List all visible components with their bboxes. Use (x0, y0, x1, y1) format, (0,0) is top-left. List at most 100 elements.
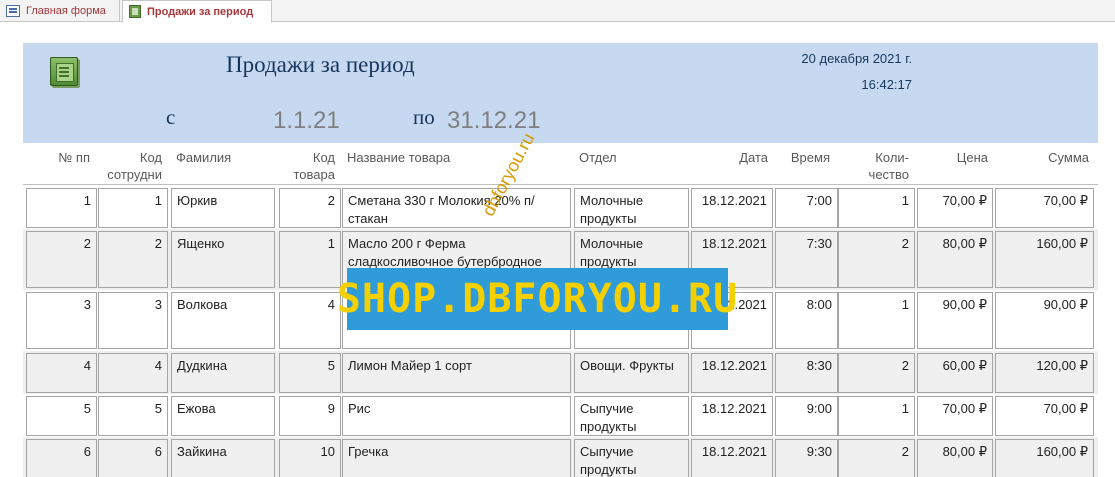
period-from-label: с (166, 105, 176, 129)
cell-employee-code: 1 (98, 188, 168, 228)
period-to-label: по (413, 105, 435, 129)
cell-quantity: 2 (838, 231, 915, 288)
cell-surname: Юркив (171, 188, 275, 228)
cell-product: Сметана 330 г Молокия 20% п/стакан (342, 188, 571, 228)
cell-price: 80,00 ₽ (917, 231, 993, 288)
cell-price: 70,00 ₽ (917, 396, 993, 436)
tab-sales-report[interactable]: Продажи за период (122, 0, 272, 23)
cell-product: Рис (342, 396, 571, 436)
col-header-date: Дата (739, 150, 768, 165)
tab-sales-report-label: Продажи за период (147, 5, 254, 18)
cell-surname: Ежова (171, 396, 275, 436)
cell-department: Овощи. Фрукты (574, 353, 689, 393)
col-header-product-code-line2: товара (293, 167, 336, 182)
cell-product-code: 10 (279, 439, 341, 477)
tab-main-form-label: Главная форма (26, 5, 106, 17)
watermark-banner: SHOP.DBFORYOU.RU (337, 268, 737, 330)
cell-product-code: 2 (279, 188, 341, 228)
cell-sum: 70,00 ₽ (995, 396, 1094, 436)
report-time: 16:42:17 (861, 77, 912, 92)
tab-main-form[interactable]: Главная форма (0, 0, 120, 22)
col-header-sum: Сумма (1048, 150, 1089, 165)
report-logo-icon (50, 57, 78, 86)
report-icon (129, 5, 141, 18)
col-header-product: Название товара (347, 150, 451, 165)
cell-num: 2 (26, 231, 97, 288)
col-header-num: № пп (58, 150, 90, 165)
cell-department: Сыпучие продукты (574, 439, 689, 477)
report-date: 20 декабря 2021 г. (801, 51, 912, 66)
table-row: 5 5 Ежова 9 Рис Сыпучие продукты 18.12.2… (23, 394, 1098, 437)
cell-product: Гречка (342, 439, 571, 477)
cell-num: 4 (26, 353, 97, 393)
cell-time: 9:30 (775, 439, 838, 477)
cell-product: Лимон Майер 1 сорт (342, 353, 571, 393)
period-to-value: 31.12.21 (447, 107, 541, 134)
cell-department: Сыпучие продукты (574, 396, 689, 436)
watermark-banner-text: SHOP.DBFORYOU.RU (336, 276, 739, 322)
cell-num: 1 (26, 188, 97, 228)
col-header-surname: Фамилия (176, 150, 232, 165)
cell-employee-code: 2 (98, 231, 168, 288)
cell-employee-code: 6 (98, 439, 168, 477)
table-row: 4 4 Дудкина 5 Лимон Майер 1 сорт Овощи. … (23, 351, 1098, 394)
cell-price: 60,00 ₽ (917, 353, 993, 393)
cell-sum: 160,00 ₽ (995, 231, 1094, 288)
col-header-product-code-line1: Код (312, 150, 335, 165)
cell-quantity: 1 (838, 188, 915, 228)
cell-price: 90,00 ₽ (917, 292, 993, 349)
cell-employee-code: 3 (98, 292, 168, 349)
cell-department: Молочные продукты (574, 188, 689, 228)
cell-sum: 70,00 ₽ (995, 188, 1094, 228)
table-row: 1 1 Юркив 2 Сметана 330 г Молокия 20% п/… (23, 186, 1098, 229)
col-header-time: Время (790, 150, 830, 165)
cell-product-code: 5 (279, 353, 341, 393)
cell-quantity: 2 (838, 439, 915, 477)
cell-num: 6 (26, 439, 97, 477)
col-header-department: Отдел (579, 150, 617, 165)
cell-date: 18.12.2021 (691, 396, 773, 436)
cell-time: 8:30 (775, 353, 838, 393)
cell-price: 80,00 ₽ (917, 439, 993, 477)
cell-surname: Зайкина (171, 439, 275, 477)
document-tab-bar: Главная форма Продажи за период (0, 0, 1115, 23)
cell-price: 70,00 ₽ (917, 188, 993, 228)
cell-sum: 120,00 ₽ (995, 353, 1094, 393)
col-header-quantity: Коли- чество (840, 149, 909, 183)
report-header: Продажи за период 20 декабря 2021 г. 16:… (23, 43, 1098, 143)
period-from-value: 1.1.21 (273, 107, 340, 134)
cell-time: 7:00 (775, 188, 838, 228)
table-row: 6 6 Зайкина 10 Гречка Сыпучие продукты 1… (23, 437, 1098, 477)
cell-surname: Ященко (171, 231, 275, 288)
cell-employee-code: 4 (98, 353, 168, 393)
cell-quantity: 1 (838, 396, 915, 436)
cell-sum: 90,00 ₽ (995, 292, 1094, 349)
col-header-quantity-line1: Коли- (875, 150, 909, 165)
cell-time: 7:30 (775, 231, 838, 288)
cell-product-code: 9 (279, 396, 341, 436)
col-header-employee-code: Код сотрудни (98, 149, 162, 183)
header-divider (23, 184, 1098, 185)
cell-num: 3 (26, 292, 97, 349)
cell-date: 18.12.2021 (691, 439, 773, 477)
form-icon (6, 5, 20, 17)
cell-product-code: 1 (279, 231, 341, 288)
report-title: Продажи за период (226, 52, 415, 77)
cell-quantity: 1 (838, 292, 915, 349)
cell-date: 18.12.2021 (691, 188, 773, 228)
cell-date: 18.12.2021 (691, 353, 773, 393)
cell-time: 8:00 (775, 292, 838, 349)
cell-employee-code: 5 (98, 396, 168, 436)
cell-time: 9:00 (775, 396, 838, 436)
cell-sum: 160,00 ₽ (995, 439, 1094, 477)
col-header-price: Цена (956, 150, 988, 165)
col-header-employee-code-line2: сотрудни (107, 167, 162, 182)
cell-surname: Волкова (171, 292, 275, 349)
cell-num: 5 (26, 396, 97, 436)
col-header-product-code: Код товара (280, 149, 336, 183)
col-header-employee-code-line1: Код (139, 150, 162, 165)
col-header-quantity-line2: чество (868, 167, 909, 182)
cell-quantity: 2 (838, 353, 915, 393)
cell-product-code: 4 (279, 292, 341, 349)
cell-surname: Дудкина (171, 353, 275, 393)
